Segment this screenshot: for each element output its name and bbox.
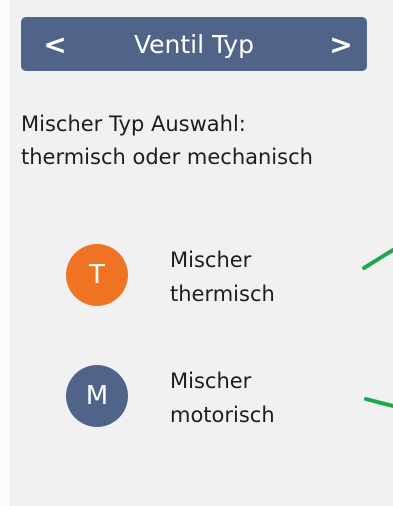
option-thermal-label-line-2: thermisch — [170, 282, 275, 306]
header-bar: < Ventil Typ > — [21, 17, 367, 71]
description-text: Mischer Typ Auswahl: thermisch oder mech… — [21, 108, 393, 174]
description-line-2: thermisch oder mechanisch — [21, 145, 313, 169]
option-motor-label-line-1: Mischer — [170, 369, 252, 393]
chevron-left-icon: < — [43, 27, 67, 61]
option-motor-letter: M — [85, 381, 109, 411]
option-thermal-letter: T — [89, 260, 105, 290]
option-motor-mixer[interactable]: M Mischer motorisch — [66, 361, 326, 451]
page-title: Ventil Typ — [133, 29, 255, 59]
option-motor-label-line-2: motorisch — [170, 403, 275, 427]
prev-button[interactable]: < — [29, 17, 81, 71]
description-line-1: Mischer Typ Auswahl: — [21, 112, 246, 136]
option-motor-label: Mischer motorisch — [170, 364, 275, 432]
chevron-right-icon: > — [329, 27, 353, 61]
option-thermal-mixer[interactable]: T Mischer thermisch — [66, 240, 326, 330]
option-thermal-label: Mischer thermisch — [170, 243, 275, 311]
letter-t-icon: T — [66, 244, 128, 306]
option-thermal-label-line-1: Mischer — [170, 248, 252, 272]
letter-m-icon: M — [66, 365, 128, 427]
next-button[interactable]: > — [315, 17, 367, 71]
